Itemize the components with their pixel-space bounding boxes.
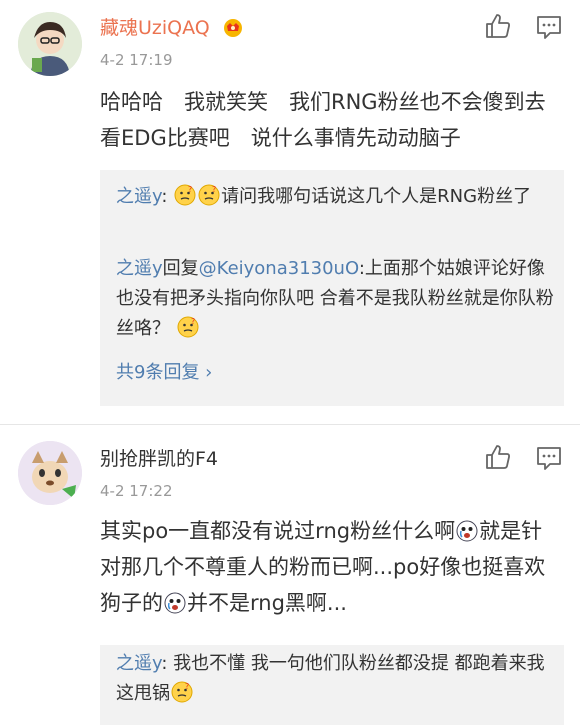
timestamp: 4-2 17:19 bbox=[100, 51, 173, 69]
comment-text-part: 其实po一直都没有说过rng粉丝什么啊 bbox=[100, 519, 456, 543]
comment-icon[interactable] bbox=[536, 445, 562, 471]
reply-item: 之遥y回复@Keiyona3130uO:上面那个姑娘评论好像也没有把矛头指向你队… bbox=[116, 254, 556, 344]
reply-separator: : bbox=[161, 186, 168, 207]
comment-item: 藏魂UziQAQ 4-2 17:19 哈哈哈 我就笑笑 我们RNG粉丝也不会傻到… bbox=[0, 0, 580, 425]
thinking-emoji: ? bbox=[198, 184, 220, 206]
avatar[interactable] bbox=[18, 12, 82, 76]
crying-emoji bbox=[456, 520, 478, 542]
crying-emoji bbox=[164, 592, 186, 614]
thinking-emoji: ? bbox=[174, 184, 196, 206]
reply-list: 之遥y: ?? 请问我哪句话说这几个人是RNG粉丝了 之遥y回复@Keiyona3… bbox=[100, 170, 564, 406]
reply-word: 回复 bbox=[162, 258, 199, 279]
comment-text: 哈哈哈 我就笑笑 我们RNG粉丝也不会傻到去看EDG比赛吧 说什么事情先动动脑子 bbox=[100, 90, 546, 150]
comment-item: 别抢胖凯的F4 4-2 17:22 其实po一直都没有说过rng粉丝什么啊 就是针… bbox=[0, 425, 580, 725]
reply-text: 请问我哪句话说这几个人是RNG粉丝了 bbox=[221, 186, 532, 207]
reply-username[interactable]: 之遥y bbox=[116, 653, 161, 674]
svg-text:?: ? bbox=[188, 185, 192, 194]
reply-username[interactable]: 之遥y bbox=[116, 186, 161, 207]
reply-list: 之遥y: 我也不懂 我一句他们队粉丝都没提 都跑着来我这甩锅? bbox=[100, 645, 564, 725]
comment-icon[interactable] bbox=[536, 14, 562, 40]
reply-item: 之遥y: 我也不懂 我一句他们队粉丝都没提 都跑着来我这甩锅? bbox=[116, 649, 556, 709]
thinking-emoji: ? bbox=[177, 316, 199, 338]
thumbs-up-icon[interactable] bbox=[484, 12, 512, 40]
svg-text:?: ? bbox=[185, 682, 189, 691]
comment-text-part: 并不是rng黑啊... bbox=[187, 591, 347, 615]
thinking-emoji: ? bbox=[171, 681, 193, 703]
timestamp: 4-2 17:22 bbox=[100, 482, 173, 500]
comment-text: 其实po一直都没有说过rng粉丝什么啊 就是针对那几个不尊重人的粉而已啊...po… bbox=[100, 513, 562, 621]
username[interactable]: 别抢胖凯的F4 bbox=[100, 447, 218, 471]
svg-text:?: ? bbox=[212, 185, 216, 194]
view-more-replies-link[interactable]: 共9条回复 › bbox=[116, 360, 212, 386]
reply-username[interactable]: 之遥y bbox=[116, 258, 163, 279]
username-text[interactable]: 藏魂UziQAQ bbox=[100, 17, 210, 39]
avatar[interactable] bbox=[18, 441, 82, 505]
username[interactable]: 藏魂UziQAQ bbox=[100, 16, 244, 40]
mention-link[interactable]: @Keiyona3130uO bbox=[199, 258, 359, 279]
reply-item: 之遥y: ?? 请问我哪句话说这几个人是RNG粉丝了 bbox=[116, 182, 556, 212]
thumbs-up-icon[interactable] bbox=[484, 443, 512, 471]
vip-crown-icon bbox=[223, 19, 242, 37]
svg-text:?: ? bbox=[191, 317, 195, 326]
reply-separator: : bbox=[161, 653, 168, 674]
